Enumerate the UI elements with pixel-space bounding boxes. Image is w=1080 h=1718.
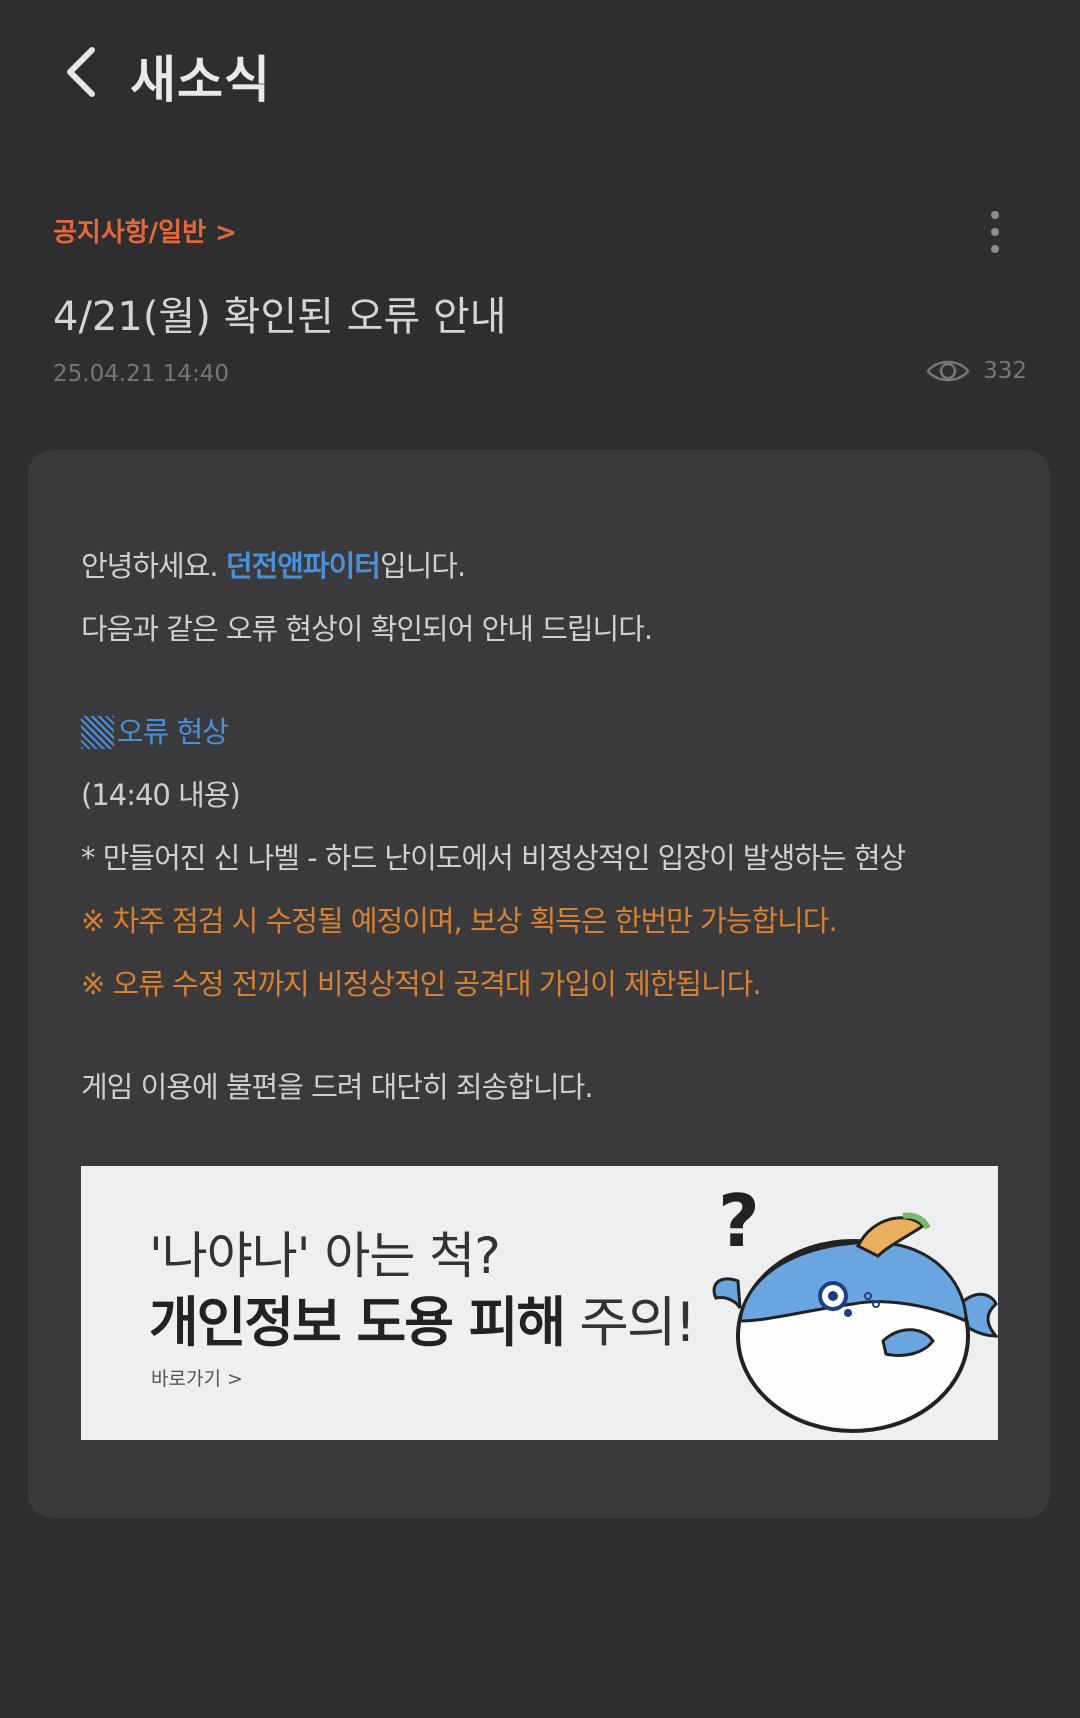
apology-line: 게임 이용에 불편을 드려 대단히 죄송합니다. <box>81 1070 594 1104</box>
post-content-card: 안녕하세요. 던전앤파이터입니다. 다음과 같은 오류 현상이 확인되어 안내 … <box>28 450 1050 1518</box>
app-header: 새소식 <box>0 0 1080 150</box>
banner-subheadline: 개인정보 도용 피해 주의! <box>149 1291 696 1354</box>
warning-line-2: ※ 오류 수정 전까지 비정상적인 공격대 가입이 제한됩니다. <box>81 967 762 1001</box>
svg-text:?: ? <box>718 1186 760 1263</box>
whale-mascot-icon: ? <box>712 1186 998 1433</box>
view-count: 332 <box>925 356 1027 386</box>
eye-icon <box>926 360 970 382</box>
post-title: 4/21(월) 확인된 오류 안내 <box>53 294 507 340</box>
post-body: 안녕하세요. 던전앤파이터입니다. 다음과 같은 오류 현상이 확인되어 안내 … <box>81 535 1001 1119</box>
intro-line: 다음과 같은 오류 현상이 확인되어 안내 드립니다. <box>81 612 653 646</box>
page-title: 새소식 <box>130 51 271 109</box>
time-note: (14:40 내용) <box>81 778 241 812</box>
greeting-line: 안녕하세요. 던전앤파이터입니다. <box>81 549 466 583</box>
warning-line-1: ※ 차주 점검 시 수정될 예정이며, 보상 획득은 한번만 가능합니다. <box>81 904 838 938</box>
view-count-value: 332 <box>983 358 1027 384</box>
brand-name: 던전앤파이터 <box>225 549 381 583</box>
hatch-icon <box>81 716 114 749</box>
more-vertical-icon <box>991 211 999 219</box>
privacy-warning-banner[interactable]: '나야나' 아는 척? 개인정보 도용 피해 주의! 바로가기 > ? <box>81 1166 998 1440</box>
section-heading: 오류 현상 <box>81 701 1001 764</box>
chevron-left-icon <box>67 47 95 97</box>
back-button[interactable] <box>52 42 112 102</box>
post-date: 25.04.21 14:40 <box>53 361 230 387</box>
issue-line: * 만들어진 신 나벨 - 하드 난이도에서 비정상적인 입장이 발생하는 현상 <box>81 841 906 875</box>
category-link[interactable]: 공지사항/일반 > <box>53 212 237 249</box>
banner-go-link[interactable]: 바로가기 > <box>151 1364 243 1391</box>
more-options-button[interactable] <box>975 208 1015 256</box>
